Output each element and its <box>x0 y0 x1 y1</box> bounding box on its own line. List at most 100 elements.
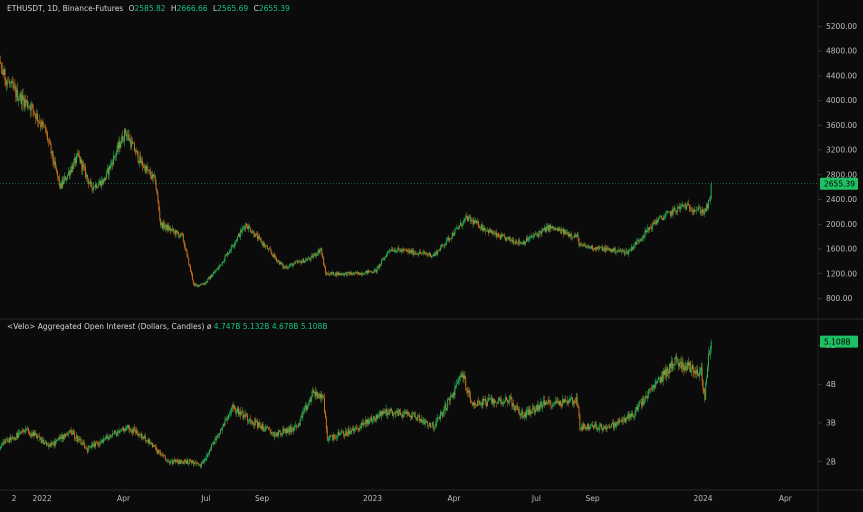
candle-body <box>345 272 347 276</box>
candle-body <box>320 248 322 251</box>
candle-body <box>336 272 338 276</box>
candle-body <box>596 428 598 430</box>
candle-body <box>578 406 580 415</box>
candle-body <box>162 222 164 229</box>
candle-body <box>508 397 510 404</box>
candle-body <box>420 253 422 254</box>
candle-body <box>131 141 133 148</box>
candle-body <box>145 166 147 173</box>
candle-body <box>634 411 636 416</box>
candle-body <box>600 423 602 426</box>
candle-body <box>613 247 615 252</box>
candle-body <box>556 400 558 404</box>
candle-body <box>383 411 385 414</box>
candle-body <box>532 236 534 238</box>
candle-body <box>99 181 101 184</box>
candle-body <box>616 251 618 253</box>
candle-body <box>459 375 461 377</box>
candle-body <box>570 398 572 400</box>
candle-body <box>66 174 68 179</box>
oi-axis: 5B4B3B2B5.108B <box>818 335 858 466</box>
candle-body <box>55 441 57 446</box>
candle-body <box>468 390 469 393</box>
candle-body <box>381 259 383 264</box>
candle-body <box>150 442 152 444</box>
candle-body <box>37 436 38 439</box>
candle-body <box>397 247 399 251</box>
candle-body <box>126 426 128 428</box>
candle-body <box>17 433 19 438</box>
candle-body <box>183 459 185 464</box>
candle-body <box>243 227 245 229</box>
candle-body <box>485 398 487 404</box>
candle-body <box>76 155 77 164</box>
candle-body <box>576 234 578 237</box>
candle-body <box>659 215 661 217</box>
chart-canvas[interactable]: 5200.004800.004400.004000.003600.003200.… <box>0 0 863 512</box>
candle-body <box>18 99 20 100</box>
candle-body <box>657 380 659 383</box>
candle-body <box>698 207 700 209</box>
candle-body <box>268 248 270 250</box>
candle-body <box>95 442 97 444</box>
candle-body <box>138 434 140 436</box>
candle-body <box>353 272 354 275</box>
candle-body <box>430 423 431 427</box>
candle-body <box>664 369 666 375</box>
candle-body <box>597 246 599 248</box>
candle-body <box>352 274 354 275</box>
open-value: 2585.82 <box>134 4 166 13</box>
candle-body <box>258 236 259 240</box>
candle-body <box>437 250 439 255</box>
candle-body <box>476 220 478 223</box>
candle-body <box>260 425 262 429</box>
candle-body <box>703 388 705 393</box>
candle-body <box>290 263 292 266</box>
candle-body <box>580 244 582 245</box>
candle-body <box>104 177 106 181</box>
candle-body <box>338 272 340 275</box>
candle-body <box>467 216 469 222</box>
candle-body <box>205 458 207 460</box>
candle-body <box>340 273 342 275</box>
candle-body <box>139 434 141 436</box>
candle-body <box>631 246 632 251</box>
candle-body <box>435 422 437 428</box>
candle-body <box>675 210 677 212</box>
candle-body <box>539 404 541 410</box>
candle-body <box>525 412 526 418</box>
candle-body <box>255 233 257 237</box>
candle-body <box>184 459 186 462</box>
candle-body <box>526 237 528 241</box>
candle-body <box>104 178 105 181</box>
candle-body <box>25 429 27 432</box>
candle-body <box>239 230 241 237</box>
candle-body <box>535 234 537 235</box>
candle-body <box>685 365 687 368</box>
candle-body <box>486 230 488 232</box>
candle-body <box>333 434 335 440</box>
candle-body <box>563 229 565 235</box>
candle-body <box>26 429 28 430</box>
candle-body <box>529 237 531 239</box>
candle-body <box>3 68 5 75</box>
candle-body <box>702 209 704 213</box>
candle-body <box>114 155 116 157</box>
candle-body <box>574 234 576 237</box>
candle-body <box>273 254 275 257</box>
candle-body <box>369 420 371 422</box>
candle-body <box>654 383 656 388</box>
candle-body <box>680 361 682 369</box>
candle-body <box>617 422 619 424</box>
candle-body <box>324 397 325 413</box>
candle-body <box>29 106 31 111</box>
candle-body <box>381 411 383 417</box>
candle-body <box>264 429 266 431</box>
candle-body <box>404 412 406 414</box>
candle-body <box>167 460 169 462</box>
candle-body <box>396 411 398 413</box>
candle-body <box>258 422 259 428</box>
candle-body <box>612 248 613 252</box>
candle-body <box>32 104 34 111</box>
x-tick-label: 2024 <box>693 494 712 503</box>
